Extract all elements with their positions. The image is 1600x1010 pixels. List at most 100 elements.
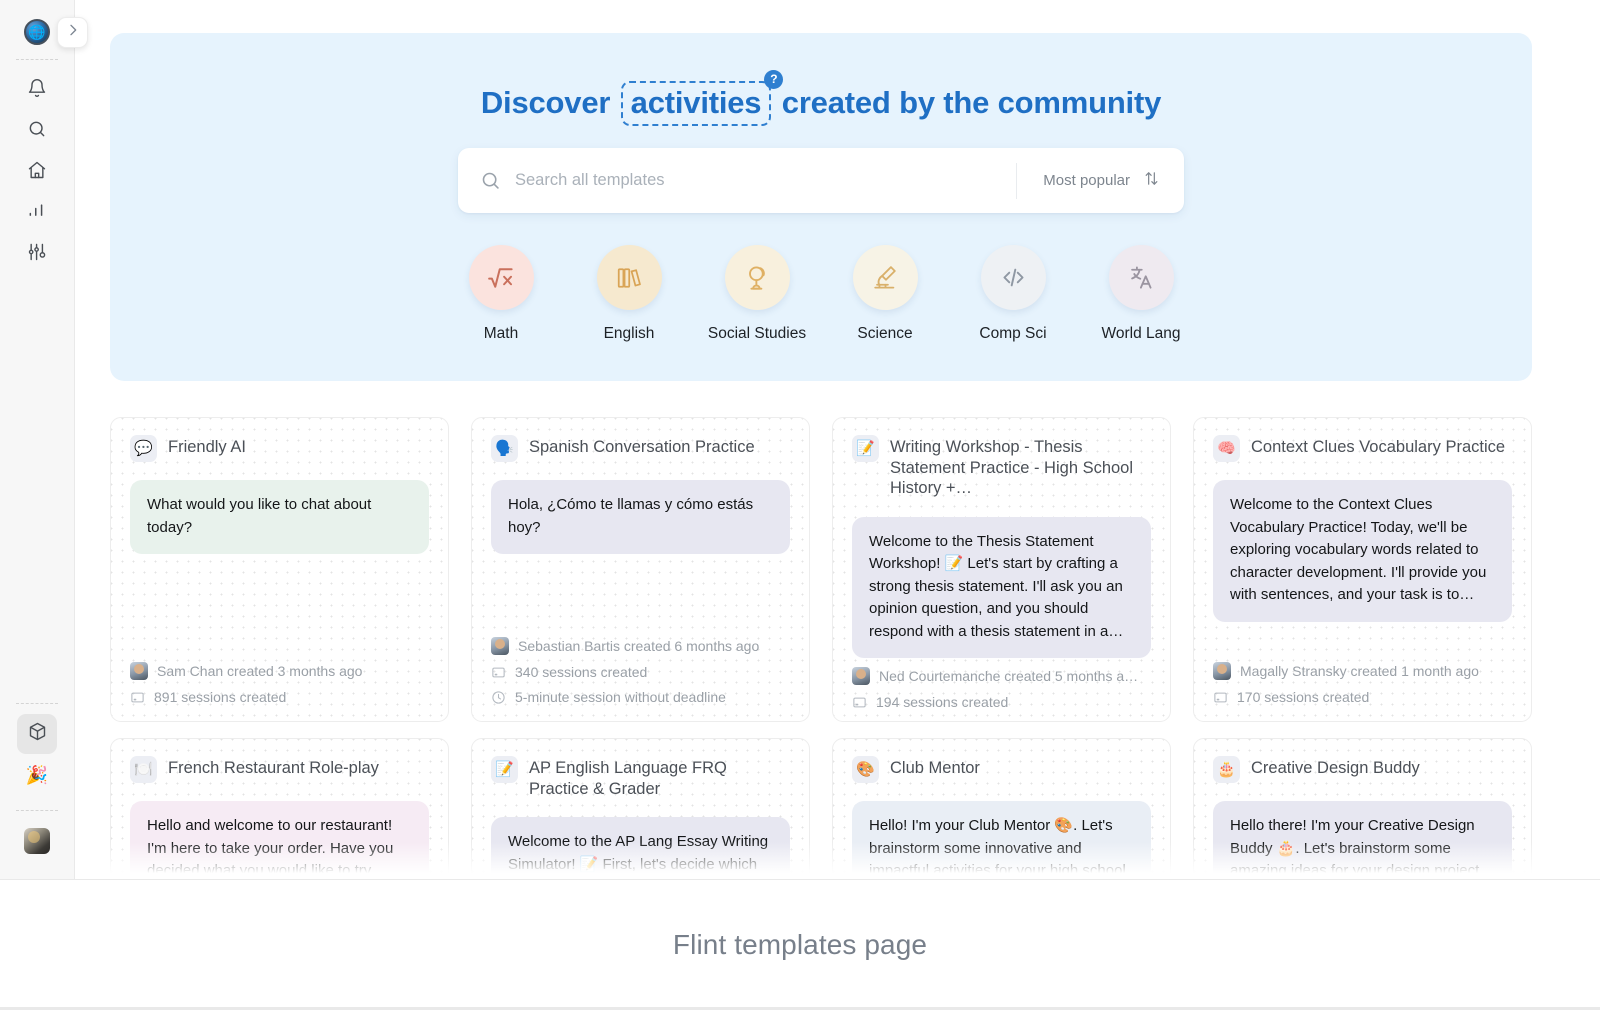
sidebar-divider-bottom: [16, 810, 58, 811]
card-sessions-row: 891 sessions created: [130, 689, 429, 705]
card-preview-bubble: Welcome to the AP Lang Essay Writing Sim…: [491, 817, 790, 880]
card-header: 🗣️ Spanish Conversation Practice: [491, 435, 790, 462]
sidebar-user-avatar[interactable]: [17, 821, 57, 861]
card-author: Ned Courtemanche created 5 months a…: [879, 668, 1139, 685]
search-icon: [480, 170, 501, 191]
template-card[interactable]: 🧠 Context Clues Vocabulary Practice Welc…: [1193, 417, 1532, 722]
author-avatar: [1213, 662, 1231, 680]
sessions-icon: [1213, 690, 1228, 705]
template-card[interactable]: 💬 Friendly AI What would you like to cha…: [110, 417, 449, 722]
card-preview-bubble: Hello and welcome to our restaurant! I'm…: [130, 801, 429, 880]
card-preview-bubble: Hello there! I'm your Creative Design Bu…: [1213, 801, 1512, 880]
card-title: Context Clues Vocabulary Practice: [1251, 438, 1506, 456]
card-footer: Sebastian Bartis created 6 months ago 34…: [491, 628, 790, 721]
sessions-icon: [852, 695, 867, 710]
card-preview-bubble: Hello! I'm your Club Mentor 🎨. Let's bra…: [852, 801, 1151, 880]
card-sessions-row: 170 sessions created: [1213, 689, 1512, 705]
category-math[interactable]: Math: [437, 245, 565, 343]
cube-icon: [27, 721, 48, 747]
card-duration-row: 5-minute session without deadline: [491, 689, 790, 705]
expand-sidebar-button[interactable]: [57, 17, 88, 48]
sidebar-item-notifications[interactable]: [17, 70, 57, 110]
left-sidebar: 🌐 🎉: [0, 0, 75, 880]
page-title: Discover activities? created by the comm…: [110, 70, 1532, 126]
sidebar-item-home[interactable]: [17, 152, 57, 192]
card-author: Sam Chan created 3 months ago: [157, 663, 363, 679]
speech-bubble-icon: 💬: [130, 435, 157, 462]
clock-icon: [491, 690, 506, 705]
card-sessions-row: 194 sessions created: [852, 694, 1151, 710]
card-sessions: 194 sessions created: [876, 694, 1009, 711]
sidebar-item-settings[interactable]: [17, 234, 57, 274]
avatar: [24, 828, 50, 854]
category-label: Science: [857, 325, 913, 342]
home-icon: [27, 160, 47, 185]
category-comp-sci[interactable]: Comp Sci: [949, 245, 1077, 343]
sort-arrows-icon: [1143, 170, 1160, 191]
globe-logo-icon[interactable]: 🌐: [24, 19, 50, 45]
plate-cutlery-icon: 🍽️: [130, 756, 157, 783]
memo-icon: 📝: [852, 435, 879, 462]
category-label: Comp Sci: [979, 325, 1047, 342]
sidebar-divider-mid: [16, 703, 58, 704]
category-row: Math English Social Studies Science Comp…: [110, 245, 1532, 343]
template-card[interactable]: 📝 Writing Workshop - Thesis Statement Pr…: [832, 417, 1171, 722]
author-avatar: [852, 667, 870, 686]
template-card[interactable]: 🍽️ French Restaurant Role-play Hello and…: [110, 738, 449, 880]
category-social-studies[interactable]: Social Studies: [693, 245, 821, 343]
sessions-icon: [491, 665, 506, 680]
card-duration-row: 15-minute session without deadline: [852, 719, 1151, 721]
card-title: Creative Design Buddy: [1251, 759, 1420, 777]
template-card[interactable]: 🎂 Creative Design Buddy Hello there! I'm…: [1193, 738, 1532, 880]
card-sessions: 340 sessions created: [515, 664, 648, 680]
code-brackets-icon: [980, 245, 1046, 310]
card-footer: Magally Stransky created 1 month ago 170…: [1213, 653, 1512, 721]
activities-highlight[interactable]: activities: [620, 81, 772, 126]
sort-label: Most popular: [1043, 172, 1130, 189]
card-preview-bubble: What would you like to chat about today?: [130, 480, 429, 554]
caption-text: Flint templates page: [672, 929, 928, 960]
hero-banner: Discover activities? created by the comm…: [110, 33, 1532, 381]
sidebar-item-templates[interactable]: [17, 714, 57, 754]
page-title-before: Discover: [480, 85, 611, 120]
cake-icon: 🎂: [1213, 756, 1240, 783]
template-card[interactable]: 📝 AP English Language FRQ Practice & Gra…: [471, 738, 810, 880]
help-badge-icon[interactable]: ?: [764, 70, 784, 89]
author-avatar: [130, 662, 148, 680]
card-header: 📝 Writing Workshop - Thesis Statement Pr…: [852, 435, 1151, 499]
template-card[interactable]: 🎨 Club Mentor Hello! I'm your Club Mento…: [832, 738, 1171, 880]
card-author: Magally Stransky created 1 month ago: [1240, 663, 1479, 679]
template-card[interactable]: 🗣️ Spanish Conversation Practice Hola, ¿…: [471, 417, 810, 722]
author-avatar: [491, 637, 509, 655]
card-header: 🍽️ French Restaurant Role-play: [130, 756, 429, 783]
card-title: Writing Workshop - Thesis Statement Prac…: [890, 438, 1134, 498]
sidebar-item-whats-new[interactable]: 🎉: [17, 755, 57, 795]
page-title-after: created by the community: [781, 85, 1162, 120]
card-header: 🧠 Context Clues Vocabulary Practice: [1213, 435, 1512, 462]
activities-highlight-wrap: activities?: [619, 70, 784, 126]
card-preview-bubble: Welcome to the Thesis Statement Workshop…: [852, 516, 1151, 659]
category-science[interactable]: Science: [821, 245, 949, 343]
card-author: Sebastian Bartis created 6 months ago: [518, 638, 760, 654]
card-title: Spanish Conversation Practice: [529, 438, 755, 456]
translate-icon: [1108, 245, 1174, 310]
card-author-row: Magally Stransky created 1 month ago: [1213, 662, 1512, 680]
microscope-icon: [852, 245, 918, 310]
sort-dropdown[interactable]: Most popular: [1017, 170, 1184, 191]
category-world-lang[interactable]: World Lang: [1077, 245, 1205, 343]
card-title: Friendly AI: [168, 438, 246, 456]
globe-stand-icon: [724, 245, 790, 310]
card-title: French Restaurant Role-play: [168, 759, 379, 777]
sidebar-item-analytics[interactable]: [17, 193, 57, 233]
palette-icon: 🎨: [852, 756, 879, 783]
bar-chart-icon: [27, 201, 47, 226]
search-input[interactable]: [515, 171, 1017, 190]
card-footer: Ned Courtemanche created 5 months a… 194…: [852, 658, 1151, 721]
sidebar-item-search[interactable]: [17, 111, 57, 151]
card-preview-bubble: Welcome to the Context Clues Vocabulary …: [1213, 480, 1512, 622]
sliders-icon: [27, 242, 47, 267]
search-icon: [27, 119, 47, 144]
category-english[interactable]: English: [565, 245, 693, 343]
memo-icon: 📝: [491, 756, 518, 783]
bell-icon: [27, 78, 47, 103]
